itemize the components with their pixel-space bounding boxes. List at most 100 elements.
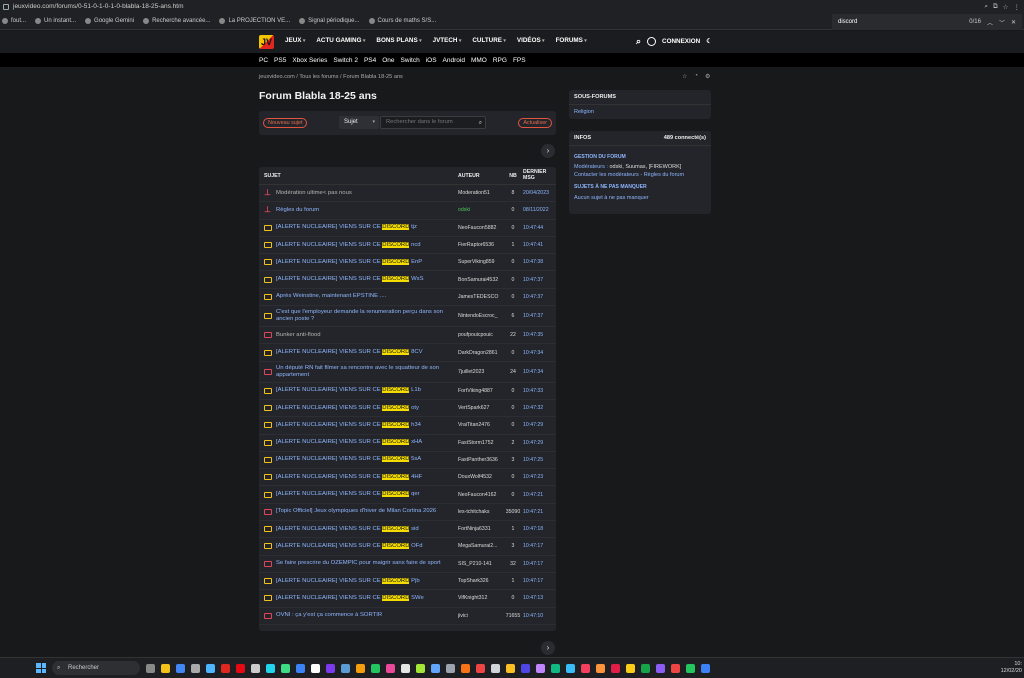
topic-last-message[interactable]: 10:47:23 (521, 474, 556, 480)
extensions-icon[interactable]: ⧉ (993, 3, 998, 11)
topic-title-link[interactable]: Modération ultime< pas nous (276, 190, 458, 197)
table-row[interactable]: [ALERTE NUCLEAIRE] VIENS SUR CE DISCORD … (259, 521, 556, 539)
site-info-icon[interactable] (3, 3, 9, 10)
find-bar[interactable]: discord 0/16 ︿ ﹀ ✕ (832, 14, 1022, 30)
topic-author[interactable]: 7juillet2023 (458, 369, 505, 375)
taskbar-app-icon[interactable] (581, 663, 590, 673)
nav-menu-vidos[interactable]: VIDÉOS (517, 37, 545, 44)
breadcrumb[interactable]: jeuxvideo.com / Tous les forums / Forum … (259, 74, 403, 80)
taskbar-app-icon[interactable] (611, 663, 620, 673)
taskbar-app-icon[interactable] (191, 663, 200, 673)
next-page-button-bottom[interactable]: › (541, 641, 555, 655)
topic-last-message[interactable]: 10:47:21 (521, 509, 556, 515)
taskbar-app-icon[interactable] (551, 663, 560, 673)
platform-link[interactable]: PS4 (364, 57, 376, 64)
topic-last-message[interactable]: 10:47:29 (521, 422, 556, 428)
taskbar-app-icon[interactable] (251, 663, 260, 673)
platform-link[interactable]: FPS (513, 57, 526, 64)
topic-author[interactable]: jivici (458, 613, 505, 619)
topic-author[interactable]: VraiTitan2476 (458, 422, 505, 428)
topic-author[interactable]: DouxWolf4532 (458, 474, 505, 480)
nav-menu-bonsplans[interactable]: BONS PLANS (376, 37, 421, 44)
table-row[interactable]: [ALERTE NUCLEAIRE] VIENS SUR CE DISCORD … (259, 220, 556, 237)
table-row[interactable]: [ALERTE NUCLEAIRE] VIENS SUR CE DISCORD … (259, 271, 556, 289)
search-icon[interactable]: ⌕ (636, 36, 641, 47)
refresh-button[interactable]: Actualiser (518, 118, 552, 128)
moderators-list[interactable]: odski, Suumas, [FIREWORK] (609, 164, 681, 170)
taskbar-app-icon[interactable] (596, 663, 605, 673)
topic-author[interactable]: FortViking4887 (458, 388, 505, 394)
taskbar-app-icon[interactable] (641, 663, 650, 673)
topic-title-link[interactable]: [ALERTE NUCLEAIRE] VIENS SUR CE DISCORD … (276, 276, 458, 283)
taskbar-app-icon[interactable] (326, 663, 335, 673)
taskbar-app-icon[interactable] (446, 663, 455, 673)
bookmark-item[interactable]: fout... (2, 18, 26, 24)
table-row[interactable]: [ALERTE NUCLEAIRE] VIENS SUR CE DISCORD … (259, 590, 556, 608)
topic-author[interactable]: DarkDragon2861 (458, 350, 505, 356)
table-row[interactable]: ⊥ Modération ultime< pas nous Moderation51… (259, 185, 556, 203)
nav-menu-forums[interactable]: FORUMS (556, 37, 587, 44)
table-row[interactable]: ⊥ Règles du forum odski 0 08/11/2022 (259, 202, 556, 220)
topic-title-link[interactable]: [ALERTE NUCLEAIRE] VIENS SUR CE DISCORD … (276, 542, 458, 550)
topic-last-message[interactable]: 10:47:10 (521, 613, 556, 619)
table-row[interactable]: [ALERTE NUCLEAIRE] VIENS SUR CE DISCORD … (259, 254, 556, 272)
platform-link[interactable]: PS5 (274, 57, 286, 64)
nav-menu-actugaming[interactable]: ACTU GAMING (316, 37, 365, 44)
topic-title-link[interactable]: [ALERTE NUCLEAIRE] VIENS SUR CE DISCORD … (276, 387, 458, 394)
topic-author[interactable]: odski (458, 207, 505, 213)
platform-link[interactable]: RPG (493, 57, 507, 64)
next-page-button-top[interactable]: › (541, 144, 555, 158)
topic-title-link[interactable]: [ALERTE NUCLEAIRE] VIENS SUR CE DISCORD … (276, 241, 458, 249)
taskbar-app-icon[interactable] (311, 663, 320, 673)
topic-title-link[interactable]: [ALERTE NUCLEAIRE] VIENS SUR CE DISCORD … (276, 439, 458, 446)
topic-author[interactable]: BonSamurai4532 (458, 277, 505, 283)
taskbar-app-icon[interactable] (476, 663, 485, 673)
user-icon[interactable] (647, 37, 657, 46)
topic-author[interactable]: TopShark326 (458, 578, 505, 584)
topic-title-link[interactable]: [ALERTE NUCLEAIRE] VIENS SUR CE DISCORD … (276, 404, 458, 412)
bookmark-item[interactable]: Un instant... (35, 18, 76, 24)
address-bar[interactable]: jeuxvideo.com/forums/0-51-0-1-0-1-0-blab… (0, 0, 1024, 13)
platform-link[interactable]: PC (259, 57, 268, 64)
taskbar-app-icon[interactable] (386, 663, 395, 673)
nav-menu-jeux[interactable]: JEUX (285, 37, 305, 44)
topic-title-link[interactable]: [Topic Officiel] Jeux olympiques d'hiver… (276, 508, 458, 515)
windows-start-icon[interactable] (36, 663, 46, 673)
topic-author[interactable]: VertSpark627 (458, 405, 505, 411)
mod-links[interactable]: Contacter les modérateurs - Règles du fo… (574, 172, 706, 180)
taskbar-app-icon[interactable] (146, 663, 155, 673)
table-row[interactable]: Après Weinstine, maintenant EPSTINE ....… (259, 289, 556, 307)
table-row[interactable]: [ALERTE NUCLEAIRE] VIENS SUR CE DISCORD … (259, 538, 556, 556)
topic-last-message[interactable]: 10:47:33 (521, 388, 556, 394)
topic-last-message[interactable]: 10:47:44 (521, 225, 556, 231)
topic-title-link[interactable]: [ALERTE NUCLEAIRE] VIENS SUR CE DISCORD … (276, 473, 458, 481)
topic-author[interactable]: VifKnight312 (458, 595, 505, 601)
bookmark-item[interactable]: Recherche avancée... (143, 18, 210, 24)
zoom-icon[interactable]: ⌕ (984, 3, 988, 11)
favorite-icon[interactable]: ☆ (682, 73, 687, 80)
topic-author[interactable]: MegaSamurai2... (458, 543, 505, 549)
topic-title-link[interactable]: Après Weinstine, maintenant EPSTINE .... (276, 293, 458, 300)
topic-author[interactable]: FastPanther3636 (458, 457, 505, 463)
table-row[interactable]: Bunker anti-flood poufpouicpouic 22 10:47:3… (259, 327, 556, 345)
topic-title-link[interactable]: [ALERTE NUCLEAIRE] VIENS SUR CE DISCORD … (276, 594, 458, 602)
table-row[interactable]: Se faire prescrire du OZEMPIC pour maigr… (259, 556, 556, 573)
topic-author[interactable]: FierRaptor6536 (458, 242, 505, 248)
topic-author[interactable]: JamesTEDESCO (458, 294, 505, 300)
topic-last-message[interactable]: 10:47:32 (521, 405, 556, 411)
platform-link[interactable]: Switch (401, 57, 420, 64)
topic-last-message[interactable]: 10:47:38 (521, 259, 556, 265)
bookmark-item[interactable]: Google Gemini (85, 18, 134, 24)
settings-icon[interactable]: ⚙ (705, 73, 710, 80)
platform-link[interactable]: Android (443, 57, 465, 64)
table-row[interactable]: [ALERTE NUCLEAIRE] VIENS SUR CE DISCORD … (259, 469, 556, 487)
topic-author[interactable]: NeoFaucon5882 (458, 225, 505, 231)
taskbar-app-icon[interactable] (266, 663, 275, 673)
table-row[interactable]: [ALERTE NUCLEAIRE] VIENS SUR CE DISCORD … (259, 400, 556, 418)
bookmark-item[interactable]: Signal périodique... (299, 18, 360, 24)
connexion-link[interactable]: CONNEXION (662, 38, 700, 45)
taskbar-app-icon[interactable] (416, 663, 425, 673)
topic-author[interactable]: Moderation51 (458, 190, 505, 196)
dark-mode-icon[interactable]: ☾ (706, 38, 712, 45)
bookmark-item[interactable]: Cours de maths S/S... (368, 18, 436, 24)
